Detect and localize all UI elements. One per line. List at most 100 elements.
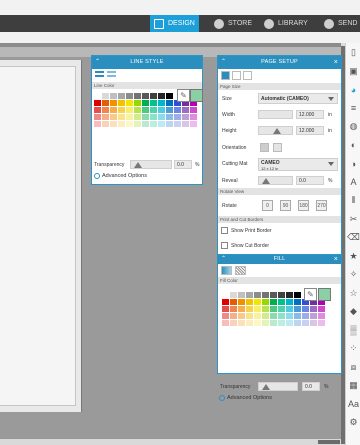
color-swatch[interactable] — [318, 320, 325, 326]
color-swatch[interactable] — [150, 107, 157, 113]
color-swatch[interactable] — [110, 114, 117, 120]
color-swatch[interactable] — [262, 306, 269, 312]
cut-icon[interactable]: ⫴ — [348, 195, 359, 206]
width-slider[interactable] — [258, 110, 293, 119]
color-swatch[interactable] — [182, 107, 189, 113]
color-swatch[interactable] — [102, 93, 109, 99]
fill-icon[interactable]: ◐ — [348, 140, 359, 151]
eyedropper-icon[interactable]: ✎ — [177, 89, 190, 102]
size-dropdown[interactable]: Automatic (CAMEO) — [258, 93, 338, 104]
scissors-icon[interactable]: ✂ — [348, 214, 359, 225]
height-input[interactable]: 12.000 — [296, 126, 324, 135]
color-swatch[interactable] — [286, 313, 293, 319]
color-swatch[interactable] — [238, 320, 245, 326]
color-swatch[interactable] — [150, 93, 157, 99]
color-swatch[interactable] — [110, 107, 117, 113]
color-swatch[interactable] — [158, 93, 165, 99]
rotate-0-button[interactable]: 0 — [262, 200, 273, 211]
color-swatch[interactable] — [254, 299, 261, 305]
color-swatch[interactable] — [246, 306, 253, 312]
color-swatch[interactable] — [286, 320, 293, 326]
color-swatch[interactable] — [262, 299, 269, 305]
color-swatch[interactable] — [230, 299, 237, 305]
text-icon[interactable]: A — [348, 177, 359, 188]
shadow-icon[interactable]: ◍ — [348, 121, 359, 132]
half-icon[interactable]: ◑ — [348, 158, 359, 169]
color-swatch[interactable] — [102, 100, 109, 106]
color-swatch[interactable] — [230, 320, 237, 326]
color-swatch[interactable] — [238, 292, 245, 298]
color-swatch[interactable] — [254, 292, 261, 298]
color-swatch[interactable] — [150, 121, 157, 127]
selected-fill-color[interactable] — [318, 288, 331, 301]
grid-tab-icon[interactable] — [232, 71, 241, 80]
color-swatch[interactable] — [190, 107, 197, 113]
eraser-icon[interactable]: ⌫ — [347, 232, 360, 243]
color-swatch[interactable] — [94, 114, 101, 120]
reveal-slider[interactable] — [258, 176, 293, 185]
color-swatch[interactable] — [246, 299, 253, 305]
color-swatch[interactable] — [126, 107, 133, 113]
color-swatch[interactable] — [190, 121, 197, 127]
image-icon[interactable]: ▣ — [348, 66, 359, 77]
tab-design[interactable]: DESIGN — [150, 15, 199, 32]
color-swatch[interactable] — [134, 114, 141, 120]
color-swatch[interactable] — [318, 306, 325, 312]
color-icon[interactable]: ◕ — [348, 84, 359, 95]
color-swatch[interactable] — [222, 313, 229, 319]
color-swatch[interactable] — [310, 306, 317, 312]
line-color-tab-icon[interactable] — [95, 71, 104, 77]
eyedropper-icon[interactable]: ✎ — [304, 288, 317, 301]
close-icon[interactable]: × — [334, 56, 338, 69]
document-icon[interactable]: ▯ — [348, 47, 359, 58]
color-swatch[interactable] — [246, 292, 253, 298]
color-swatch[interactable] — [182, 121, 189, 127]
color-swatch[interactable] — [110, 100, 117, 106]
color-swatch[interactable] — [230, 313, 237, 319]
rotate-180-button[interactable]: 180 — [298, 200, 309, 211]
color-swatch[interactable] — [134, 121, 141, 127]
color-swatch[interactable] — [166, 93, 173, 99]
transparency-slider[interactable] — [258, 382, 298, 391]
line-icon[interactable]: ≡ — [348, 103, 359, 114]
color-swatch[interactable] — [222, 306, 229, 312]
portrait-icon[interactable] — [260, 143, 269, 152]
color-swatch[interactable] — [158, 121, 165, 127]
color-swatch[interactable] — [294, 292, 301, 298]
color-swatch[interactable] — [190, 114, 197, 120]
color-swatch[interactable] — [302, 320, 309, 326]
color-swatch[interactable] — [158, 100, 165, 106]
color-swatch[interactable] — [302, 313, 309, 319]
color-swatch[interactable] — [230, 292, 237, 298]
close-icon[interactable]: × — [334, 255, 338, 264]
color-swatch[interactable] — [286, 292, 293, 298]
dots-icon[interactable]: ⁘ — [348, 343, 359, 354]
color-swatch[interactable] — [294, 306, 301, 312]
color-swatch[interactable] — [142, 121, 149, 127]
sparkle-icon[interactable]: ✧ — [348, 269, 359, 280]
color-swatch[interactable] — [278, 320, 285, 326]
show-print-border-checkbox[interactable] — [221, 227, 228, 234]
color-swatch[interactable] — [150, 100, 157, 106]
color-swatch[interactable] — [270, 292, 277, 298]
color-swatch[interactable] — [238, 299, 245, 305]
color-swatch[interactable] — [166, 121, 173, 127]
color-swatch[interactable] — [254, 313, 261, 319]
color-swatch[interactable] — [174, 121, 181, 127]
color-swatch[interactable] — [246, 320, 253, 326]
advanced-options-link[interactable]: Advanced Options — [94, 173, 147, 179]
rotate-90-button[interactable]: 90 — [280, 200, 291, 211]
color-swatch[interactable] — [238, 306, 245, 312]
color-swatch[interactable] — [142, 114, 149, 120]
horizontal-scrollbar[interactable] — [0, 439, 343, 445]
color-swatch[interactable] — [134, 100, 141, 106]
scroll-thumb[interactable] — [318, 440, 340, 444]
color-swatch[interactable] — [94, 93, 101, 99]
color-swatch[interactable] — [270, 313, 277, 319]
color-swatch[interactable] — [262, 320, 269, 326]
height-slider[interactable] — [258, 126, 293, 135]
show-cut-border-checkbox[interactable] — [221, 242, 228, 249]
page-tab-icon[interactable] — [221, 71, 230, 80]
color-swatch[interactable] — [270, 320, 277, 326]
transparency-input[interactable]: 0.0 — [302, 382, 320, 391]
